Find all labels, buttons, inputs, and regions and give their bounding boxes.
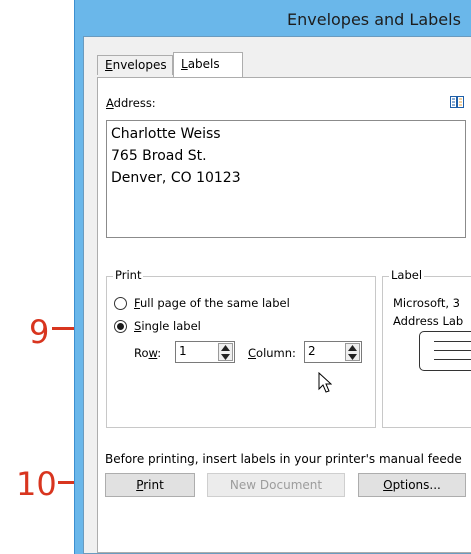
label-product: Address Lab [393, 314, 464, 328]
column-spinner[interactable]: 2 [304, 341, 362, 363]
row-label: Row: [134, 346, 162, 360]
address-line-3: Denver, CO 10123 [111, 170, 241, 186]
print-group: Print Full page of the same label Single… [106, 268, 376, 428]
labels-panel: Address: Charlotte Weiss 765 Broad St. D… [97, 77, 471, 553]
options-button[interactable]: Options... [358, 473, 466, 497]
print-button[interactable]: Print [105, 473, 195, 497]
title-bar[interactable]: Envelopes and Labels [75, 0, 471, 36]
callout-10: 10 [16, 465, 57, 503]
dialog-window: Envelopes and Labels Envelopes Labels Ad… [74, 0, 471, 554]
mouse-pointer-icon [318, 372, 332, 393]
label-group: Label Microsoft, 3 Address Lab [382, 268, 471, 428]
dialog-client: Envelopes Labels Address: Charlotte Weis… [83, 36, 471, 554]
address-label: Address: [106, 96, 156, 110]
single-label-label[interactable]: Single label [134, 319, 201, 333]
full-page-radio[interactable] [114, 297, 127, 310]
row-value: 1 [179, 344, 187, 358]
label-vendor: Microsoft, 3 [393, 296, 460, 310]
address-line-2: 765 Broad St. [111, 148, 207, 164]
address-line-1: Charlotte Weiss [111, 126, 221, 142]
tab-envelopes[interactable]: Envelopes [97, 55, 173, 75]
row-spin-buttons[interactable] [218, 343, 233, 361]
column-label: Column: [248, 346, 296, 360]
tab-labels[interactable]: Labels [173, 52, 243, 77]
preview-line [434, 350, 471, 351]
address-textbox[interactable]: Charlotte Weiss 765 Broad St. Denver, CO… [106, 120, 466, 238]
spin-down-icon[interactable] [348, 354, 357, 360]
printing-hint: Before printing, insert labels in your p… [105, 452, 462, 466]
preview-line [434, 359, 471, 360]
label-preview[interactable] [419, 331, 471, 371]
address-book-icon[interactable] [450, 96, 464, 108]
window-title: Envelopes and Labels [287, 10, 461, 29]
row-spinner[interactable]: 1 [175, 341, 235, 363]
single-label-radio[interactable] [114, 320, 127, 333]
spin-down-icon[interactable] [221, 354, 230, 360]
column-value: 2 [308, 344, 316, 358]
spin-up-icon[interactable] [221, 345, 230, 351]
preview-line [434, 341, 471, 342]
label-group-title: Label [389, 268, 425, 282]
column-spin-buttons[interactable] [345, 343, 360, 361]
full-page-label[interactable]: Full page of the same label [134, 296, 290, 310]
print-group-title: Print [113, 268, 144, 282]
spin-up-icon[interactable] [348, 345, 357, 351]
callout-9: 9 [29, 313, 50, 351]
new-document-button[interactable]: New Document [207, 473, 345, 497]
